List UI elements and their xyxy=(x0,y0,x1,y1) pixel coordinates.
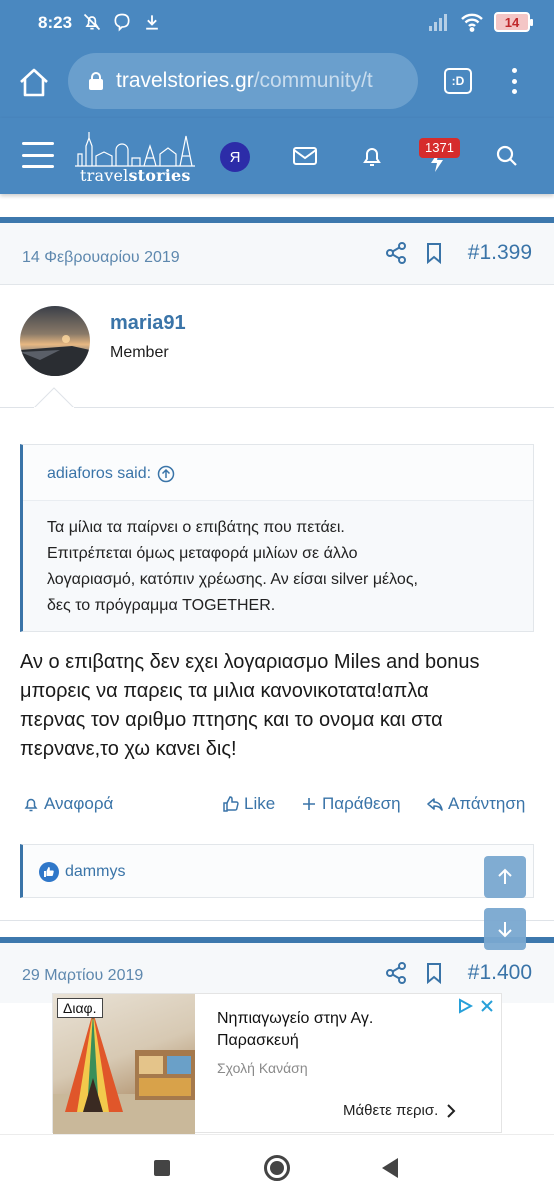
bookmark-icon xyxy=(427,963,441,985)
like-reaction-icon xyxy=(39,862,59,882)
browser-toolbar: travelstories.gr/community/t :D xyxy=(0,48,554,118)
post-body: Αν ο επιβατης δεν εχει λογαριασμο Miles … xyxy=(20,648,536,764)
url-text: travelstories.gr/community/t xyxy=(116,69,373,93)
notifications-button[interactable] xyxy=(359,143,385,174)
bookmark-button[interactable] xyxy=(422,961,446,990)
logo-text-bold: stories xyxy=(128,166,191,185)
home-icon[interactable] xyxy=(16,65,52,101)
post-actions: Αναφορά Like Παράθεση Απάντηση xyxy=(0,790,554,820)
post-date[interactable]: 29 Μαρτίου 2019 xyxy=(22,967,143,985)
bell-icon xyxy=(24,798,38,812)
like-label: Like xyxy=(244,794,276,813)
ad-image[interactable]: Διαφ. xyxy=(53,994,195,1134)
report-label: Αναφορά xyxy=(44,794,114,813)
scroll-bottom-button[interactable] xyxy=(484,908,526,950)
ad-cta-button[interactable]: Μάθετε περισ. xyxy=(343,1102,456,1119)
quote-button[interactable]: Παράθεση xyxy=(300,794,401,814)
arrow-down-icon xyxy=(498,922,512,938)
author-username[interactable]: maria91 xyxy=(110,312,186,335)
chevron-right-icon xyxy=(447,1103,456,1118)
adchoices-icon[interactable] xyxy=(457,998,473,1014)
quote-author: adiaforos said: xyxy=(47,465,152,482)
inbox-button[interactable] xyxy=(292,143,318,174)
airplane-wing-photo xyxy=(20,335,90,376)
tabs-button[interactable]: :D xyxy=(444,68,472,94)
scroll-top-button[interactable] xyxy=(484,856,526,898)
envelope-icon xyxy=(293,147,317,165)
post-date[interactable]: 14 Φεβρουαρίου 2019 xyxy=(22,249,180,267)
status-time: 8:23 xyxy=(38,13,73,32)
logo-text-regular: travel xyxy=(80,166,129,185)
search-button[interactable] xyxy=(494,143,520,174)
wifi-icon xyxy=(461,13,483,32)
back-icon[interactable] xyxy=(382,1158,398,1178)
ad-cta-label: Μάθετε περισ. xyxy=(343,1102,439,1119)
ad-label: Διαφ. xyxy=(57,998,103,1018)
ad-banner[interactable]: Διαφ. Νηπιαγωγείο στην Αγ. Παρασκευή Σχο… xyxy=(52,993,502,1134)
post-body-line: περνας τον αριθμο πτησης και το ονομα κα… xyxy=(20,709,443,731)
author-pointer xyxy=(34,387,74,408)
reply-icon xyxy=(427,798,443,811)
battery-indicator: 14 xyxy=(494,12,533,32)
search-icon xyxy=(496,145,517,166)
bell-icon xyxy=(363,148,381,166)
quote-text: Τα μίλια τα παίρνει ο επιβάτης που πετάε… xyxy=(47,515,515,619)
quote-label: Παράθεση xyxy=(322,794,401,813)
ad-sponsor: Σχολή Κανάση xyxy=(217,1060,308,1076)
site-logo[interactable]: travelstories xyxy=(74,128,196,186)
skyline-icon xyxy=(75,132,195,167)
alerts-count-badge: 1371 xyxy=(419,138,460,158)
author-title: Member xyxy=(110,344,169,361)
home-circle-icon[interactable] xyxy=(264,1155,290,1181)
quote-line: Επιτρέπεται όμως μεταφορά μιλίων σε άλλο xyxy=(47,545,358,562)
share-button[interactable] xyxy=(384,241,408,270)
quote-line: λογαριασμό, κατόπιν χρέωσης. Αν είσαι si… xyxy=(47,571,418,588)
ad-choices[interactable] xyxy=(457,998,495,1014)
mute-bell-icon xyxy=(83,13,101,31)
site-header: travelstories xyxy=(0,118,554,194)
bookmark-button[interactable] xyxy=(422,241,446,270)
url-path: /community/t xyxy=(253,69,373,92)
arrow-up-circle-icon xyxy=(157,465,175,483)
author-avatar[interactable] xyxy=(20,306,90,376)
liked-by-user[interactable]: dammys xyxy=(65,863,125,881)
quote-line: δες το πρόγραμμα TOGETHER. xyxy=(47,597,276,614)
system-nav-bar xyxy=(0,1134,554,1200)
reply-button[interactable]: Απάντηση xyxy=(426,794,525,814)
browser-menu-button[interactable] xyxy=(504,66,524,96)
post-number[interactable]: #1.399 xyxy=(468,241,532,265)
post-body-line: Αν ο επιβατης δεν εχει λογαριασμο Miles … xyxy=(20,651,480,673)
user-avatar-button[interactable]: Я xyxy=(220,142,250,172)
post-meta: 14 Φεβρουαρίου 2019 #1.399 xyxy=(0,223,554,285)
post-number[interactable]: #1.400 xyxy=(468,961,532,985)
thumbs-up-icon xyxy=(223,796,239,812)
report-button[interactable]: Αναφορά xyxy=(22,794,113,814)
close-icon[interactable] xyxy=(479,998,495,1014)
quote-author-link[interactable]: adiaforos said: xyxy=(47,465,175,483)
quote-line: Τα μίλια τα παίρνει ο επιβάτης που πετάε… xyxy=(47,519,345,536)
share-icon xyxy=(386,242,406,264)
url-field[interactable]: travelstories.gr/community/t xyxy=(68,53,418,109)
likes-summary: dammys xyxy=(20,844,534,898)
share-icon xyxy=(386,962,406,984)
lock-icon xyxy=(89,72,103,90)
quote-block: adiaforos said: Τα μίλια τα παίρνει ο επ… xyxy=(20,444,534,632)
post-author-block: maria91 Member xyxy=(0,286,554,408)
download-icon xyxy=(146,15,158,30)
share-button[interactable] xyxy=(384,961,408,990)
like-button[interactable]: Like xyxy=(222,794,275,814)
post-body-line: μπορεις να παρεις τα μιλια κανονικοτατα!… xyxy=(20,680,429,702)
status-bar: 8:23 14 xyxy=(0,0,554,48)
viber-icon xyxy=(114,13,130,32)
ad-title[interactable]: Νηπιαγωγείο στην Αγ. Παρασκευή xyxy=(217,1008,437,1052)
arrow-up-icon xyxy=(498,868,512,884)
reply-label: Απάντηση xyxy=(448,794,526,813)
url-domain: travelstories.gr xyxy=(116,69,254,92)
post-body-line: περνανε,το χω κανει δις! xyxy=(20,738,237,760)
signal-icon xyxy=(429,14,447,31)
recents-icon[interactable] xyxy=(154,1160,170,1176)
hamburger-menu-icon[interactable] xyxy=(22,142,54,168)
bookmark-icon xyxy=(427,243,441,265)
plus-icon xyxy=(303,798,315,810)
